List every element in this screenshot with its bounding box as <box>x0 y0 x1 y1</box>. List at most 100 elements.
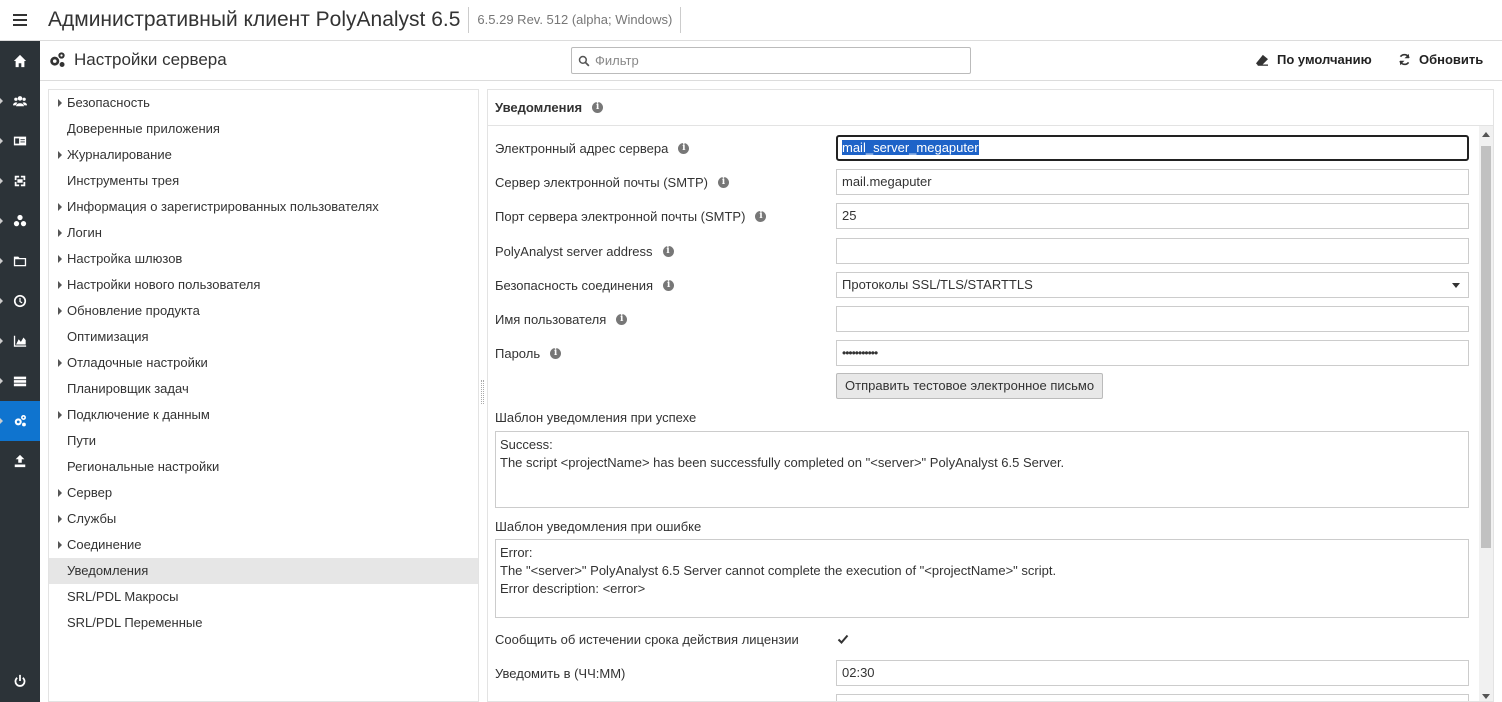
scroll-up-icon[interactable] <box>1482 132 1490 137</box>
rail-expand-arrow <box>0 338 4 344</box>
chart-icon[interactable] <box>0 321 40 361</box>
chevron-right-icon[interactable] <box>58 515 62 523</box>
tree-item[interactable]: Настройки нового пользователя <box>49 272 478 298</box>
tree-item-label: SRL/PDL Макросы <box>67 589 179 604</box>
license-expiry-label: Сообщить об истечении срока действия лиц… <box>495 626 799 652</box>
upload-icon[interactable] <box>0 441 40 481</box>
chevron-right-icon[interactable] <box>58 229 62 237</box>
label-text: Сообщить об истечении срока действия лиц… <box>495 631 799 647</box>
license-expiry-checkbox[interactable] <box>836 632 850 646</box>
refresh-button[interactable]: Обновить <box>1398 52 1483 67</box>
rail-expand-arrow <box>0 298 4 304</box>
tree-item[interactable]: SRL/PDL Переменные <box>49 610 478 636</box>
panel-title: Уведомления <box>495 100 583 115</box>
label-text: PolyAnalyst server address <box>495 243 653 259</box>
next-field-input[interactable] <box>836 694 1469 701</box>
rail-expand-arrow <box>0 218 4 224</box>
defaults-button[interactable]: По умолчанию <box>1255 52 1372 67</box>
power-icon[interactable] <box>0 661 40 701</box>
app-version: 6.5.29 Rev. 512 (alpha; Windows) <box>477 7 682 33</box>
scan-icon[interactable] <box>0 161 40 201</box>
id-card-icon[interactable] <box>0 121 40 161</box>
info-icon[interactable]: i <box>678 142 690 154</box>
info-icon[interactable]: i <box>718 176 729 188</box>
info-icon[interactable]: i <box>592 102 604 113</box>
tree-item[interactable]: Логин <box>49 220 478 246</box>
clock-icon[interactable] <box>0 281 40 321</box>
info-icon[interactable]: i <box>662 245 674 257</box>
password-input[interactable]: ••••••••••• <box>836 340 1469 366</box>
chevron-right-icon[interactable] <box>58 359 62 367</box>
tree-item[interactable]: Настройка шлюзов <box>49 246 478 272</box>
cogs-icon[interactable] <box>0 401 40 441</box>
smtp-label: Сервер электронной почты (SMTP) i <box>495 169 729 195</box>
tree-item[interactable]: Инструменты трея <box>49 168 478 194</box>
nodes-icon[interactable] <box>0 201 40 241</box>
users-icon[interactable] <box>0 81 40 121</box>
tree-item[interactable]: Планировщик задач <box>49 376 478 402</box>
send-test-email-button[interactable]: Отправить тестовое электронное письмо <box>836 373 1104 399</box>
username-input[interactable] <box>836 306 1469 332</box>
tree-item[interactable]: Соединение <box>49 532 478 558</box>
chevron-right-icon[interactable] <box>58 411 62 419</box>
chevron-right-icon[interactable] <box>58 99 62 107</box>
tree-item[interactable]: Обновление продукта <box>49 298 478 324</box>
label-text: Имя пользователя <box>495 311 607 327</box>
rail-expand-arrow <box>0 178 4 184</box>
filter-input[interactable] <box>595 53 955 68</box>
tree-item-label: Безопасность <box>67 95 150 110</box>
server-email-input[interactable]: mail_server_megaputer <box>836 135 1469 161</box>
panel-scrollbar[interactable] <box>1479 126 1493 701</box>
tree-item[interactable]: Информация о зарегистрированных пользова… <box>49 194 478 220</box>
refresh-icon <box>1399 53 1410 66</box>
cogs-icon <box>50 52 65 67</box>
scroll-down-icon[interactable] <box>1482 694 1490 699</box>
chevron-right-icon[interactable] <box>58 203 62 211</box>
tree-item[interactable]: Доверенные приложения <box>49 116 478 142</box>
tree-item-label: Обновление продукта <box>67 303 200 318</box>
chevron-right-icon[interactable] <box>58 307 62 315</box>
filter-box[interactable] <box>571 47 971 74</box>
chevron-right-icon[interactable] <box>58 255 62 263</box>
pa-address-input[interactable] <box>836 238 1469 264</box>
top-bar: Административный клиент PolyAnalyst 6.5 … <box>0 0 1502 41</box>
tree-item[interactable]: Подключение к данным <box>49 402 478 428</box>
tree-item[interactable]: Безопасность <box>49 90 478 116</box>
tree-item[interactable]: Уведомления <box>49 558 478 584</box>
panel-splitter[interactable] <box>481 380 484 404</box>
home-icon[interactable] <box>0 41 40 81</box>
security-select[interactable]: Протоколы SSL/TLS/STARTTLS <box>836 272 1469 298</box>
tree-item[interactable]: Сервер <box>49 480 478 506</box>
notify-time-input[interactable]: 02:30 <box>836 660 1469 686</box>
tree-item[interactable]: Региональные настройки <box>49 454 478 480</box>
server-email-label: Электронный адрес сервера i <box>495 135 690 161</box>
tree-item-label: Отладочные настройки <box>67 355 208 370</box>
page-title: Настройки сервера <box>48 50 227 70</box>
chevron-right-icon[interactable] <box>58 489 62 497</box>
rail-expand-arrow <box>0 418 4 424</box>
info-icon[interactable]: i <box>550 347 562 359</box>
tree-item-label: Региональные настройки <box>67 459 220 474</box>
tree-item[interactable]: Службы <box>49 506 478 532</box>
chevron-right-icon[interactable] <box>58 151 62 159</box>
error-template-textarea[interactable]: Error: The "<server>" PolyAnalyst 6.5 Se… <box>495 539 1469 618</box>
tree-item[interactable]: Журналирование <box>49 142 478 168</box>
info-icon[interactable]: i <box>616 313 628 325</box>
info-icon[interactable]: i <box>663 279 675 291</box>
tree-item[interactable]: SRL/PDL Макросы <box>49 584 478 610</box>
tree-item-label: Сервер <box>67 485 113 500</box>
smtp-input[interactable]: mail.megaputer <box>836 169 1469 195</box>
chevron-right-icon[interactable] <box>58 281 62 289</box>
chevron-right-icon[interactable] <box>58 541 62 549</box>
menu-icon[interactable] <box>0 0 40 41</box>
tree-item[interactable]: Оптимизация <box>49 324 478 350</box>
folder-icon[interactable] <box>0 241 40 281</box>
tree-item[interactable]: Пути <box>49 428 478 454</box>
info-icon[interactable]: i <box>755 210 767 222</box>
scroll-thumb[interactable] <box>1481 146 1491 548</box>
server-icon[interactable] <box>0 361 40 401</box>
smtp-port-input[interactable]: 25 <box>836 203 1469 229</box>
success-template-textarea[interactable]: Success: The script <projectName> has be… <box>495 431 1469 508</box>
tree-item[interactable]: Отладочные настройки <box>49 350 478 376</box>
password-label: Пароль i <box>495 340 562 366</box>
